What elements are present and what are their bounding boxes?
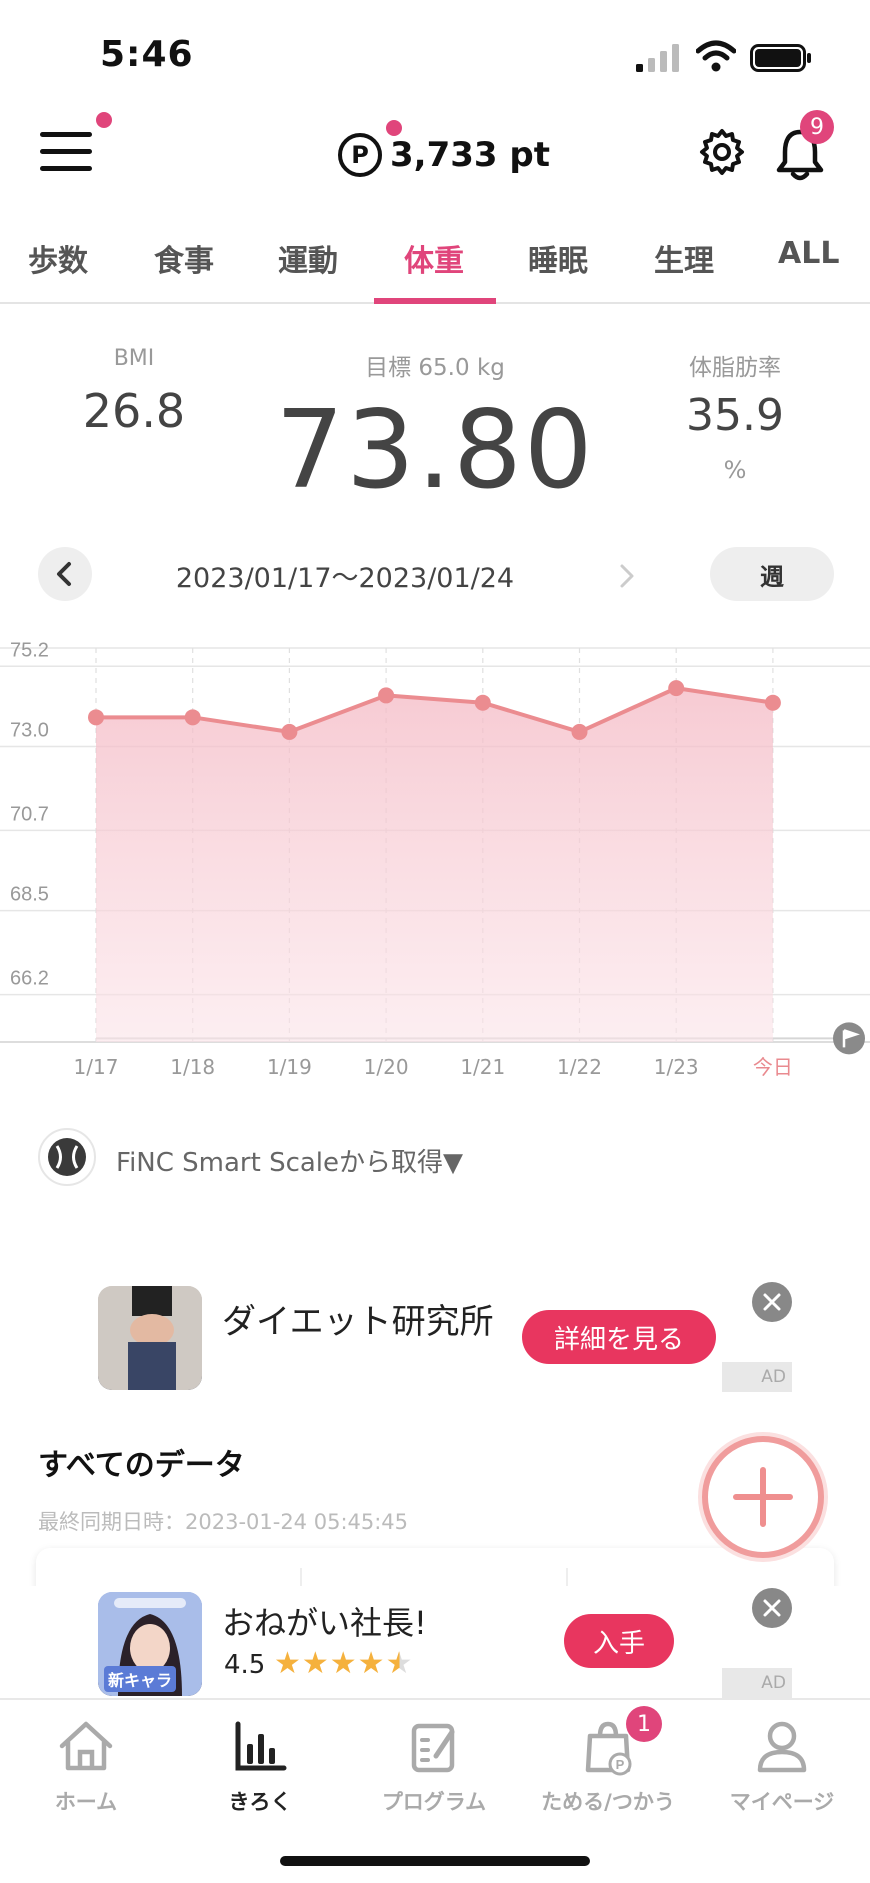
wifi-icon — [696, 40, 736, 72]
previous-week-button[interactable] — [38, 547, 92, 601]
bmi-label: BMI — [113, 346, 155, 371]
body-fat-value: 35.9 — [686, 390, 784, 441]
chevron-left-icon — [57, 562, 71, 586]
points-display[interactable]: P 3,733 pt — [338, 130, 550, 180]
body-fat-unit: % — [723, 456, 747, 484]
install-button[interactable]: 入手 — [564, 1614, 674, 1668]
data-point — [378, 687, 395, 704]
tab-steps[interactable]: 歩数 — [28, 236, 88, 280]
bar-chart-icon — [235, 1721, 287, 1771]
ad-image[interactable] — [98, 1286, 202, 1390]
active-tab-indicator — [374, 298, 496, 304]
svg-text:P: P — [616, 1757, 625, 1772]
menu-notification-dot — [96, 112, 112, 128]
data-point — [88, 709, 104, 726]
ad-close-button[interactable] — [752, 1282, 792, 1322]
bmi-value: 26.8 — [82, 384, 186, 438]
tab-sleep[interactable]: 睡眠 — [528, 236, 588, 280]
nav-my-page[interactable]: マイページ — [702, 1714, 862, 1816]
battery-icon — [750, 44, 811, 72]
last-sync-time: 最終同期日時：2023-01-24 05:45:45 — [38, 1510, 409, 1534]
add-record-button[interactable] — [702, 1436, 824, 1558]
menu-icon[interactable] — [40, 128, 94, 176]
ad-tag: AD — [722, 1362, 792, 1392]
tab-weight[interactable]: 体重 — [404, 236, 464, 280]
points-value: 3,733 pt — [390, 135, 550, 175]
data-point — [474, 694, 491, 711]
weight-chart: 75.2 73.0 70.7 68.5 66.2 1/17 1/18 1/19 1/20 1/21… — [0, 640, 870, 1079]
plus-icon — [733, 1467, 793, 1527]
area-fill — [96, 688, 773, 1042]
game-ad-rating: 4.5 — [224, 1650, 266, 1680]
points-icon: P — [338, 133, 382, 177]
close-icon — [763, 1293, 781, 1311]
smart-scale-icon — [38, 1128, 96, 1186]
data-point — [668, 680, 685, 697]
close-icon — [763, 1599, 781, 1617]
game-ad-image[interactable]: 新キャラ — [98, 1592, 202, 1696]
x-tick-label: 1/21 — [460, 1055, 505, 1079]
x-tick-label: 1/23 — [654, 1055, 699, 1079]
game-ad-title[interactable]: おねがい社長! — [222, 1598, 427, 1644]
y-tick-label: 75.2 — [10, 640, 49, 661]
star-rating-icon: ★★★★★ — [274, 1646, 414, 1681]
nav-records[interactable]: きろく — [180, 1714, 340, 1816]
y-tick-label: 68.5 — [10, 884, 49, 906]
tab-period[interactable]: 生理 — [654, 236, 714, 280]
x-tick-label: 1/22 — [557, 1055, 602, 1079]
person-icon — [757, 1721, 807, 1773]
data-source-label[interactable]: FiNC Smart Scaleから取得▼ — [116, 1142, 463, 1179]
nav-home[interactable]: ホーム — [6, 1714, 166, 1816]
points-notification-dot — [386, 120, 402, 136]
x-tick-label: 1/18 — [170, 1055, 215, 1079]
data-point — [184, 709, 201, 726]
y-tick-label: 66.2 — [10, 968, 49, 990]
goal-weight[interactable]: 目標 65.0 kg — [330, 348, 540, 382]
nav-points-shop[interactable]: P ためる/つかう — [528, 1714, 688, 1816]
current-weight[interactable]: 73.80 — [270, 388, 600, 513]
body-fat-label: 体脂肪率 — [689, 355, 781, 381]
ad2-tag: AD — [722, 1668, 792, 1698]
tab-all[interactable]: ALL — [778, 236, 839, 271]
ad2-close-button[interactable] — [752, 1588, 792, 1628]
x-tick-label: 今日 — [753, 1055, 793, 1079]
ad-image-label: 新キャラ — [104, 1666, 177, 1692]
category-tabs: 歩数 食事 運動 体重 睡眠 生理 ALL — [0, 226, 870, 304]
tab-meals[interactable]: 食事 — [154, 236, 214, 280]
x-tick-label: 1/19 — [267, 1055, 312, 1079]
y-tick-label: 70.7 — [10, 803, 49, 825]
chevron-right-icon — [620, 564, 634, 588]
data-point — [571, 723, 588, 740]
shop-badge: 1 — [626, 1706, 662, 1742]
clipboard-icon — [411, 1723, 455, 1773]
data-point — [764, 694, 781, 711]
x-tick-label: 1/17 — [74, 1055, 119, 1079]
status-time: 5:46 — [100, 34, 194, 75]
tab-exercise[interactable]: 運動 — [278, 236, 338, 280]
date-range: 2023/01/17〜2023/01/24 — [175, 563, 515, 594]
home-indicator — [280, 1856, 590, 1866]
data-point — [281, 723, 298, 740]
period-selector[interactable]: 週 — [710, 547, 834, 601]
goal-flag-icon — [833, 1022, 865, 1055]
notification-badge: 9 — [800, 110, 834, 144]
ad-details-button[interactable]: 詳細を見る — [522, 1310, 716, 1364]
nav-program[interactable]: プログラム — [354, 1714, 514, 1816]
x-tick-label: 1/20 — [364, 1055, 409, 1079]
ad-title[interactable]: ダイエット研究所 — [222, 1294, 494, 1343]
next-week-button[interactable] — [606, 556, 646, 596]
y-tick-label: 73.0 — [10, 720, 49, 742]
home-icon — [59, 1721, 113, 1771]
gear-icon[interactable] — [698, 128, 746, 176]
cellular-signal-icon — [636, 44, 679, 72]
section-title: すべてのデータ — [38, 1448, 245, 1483]
